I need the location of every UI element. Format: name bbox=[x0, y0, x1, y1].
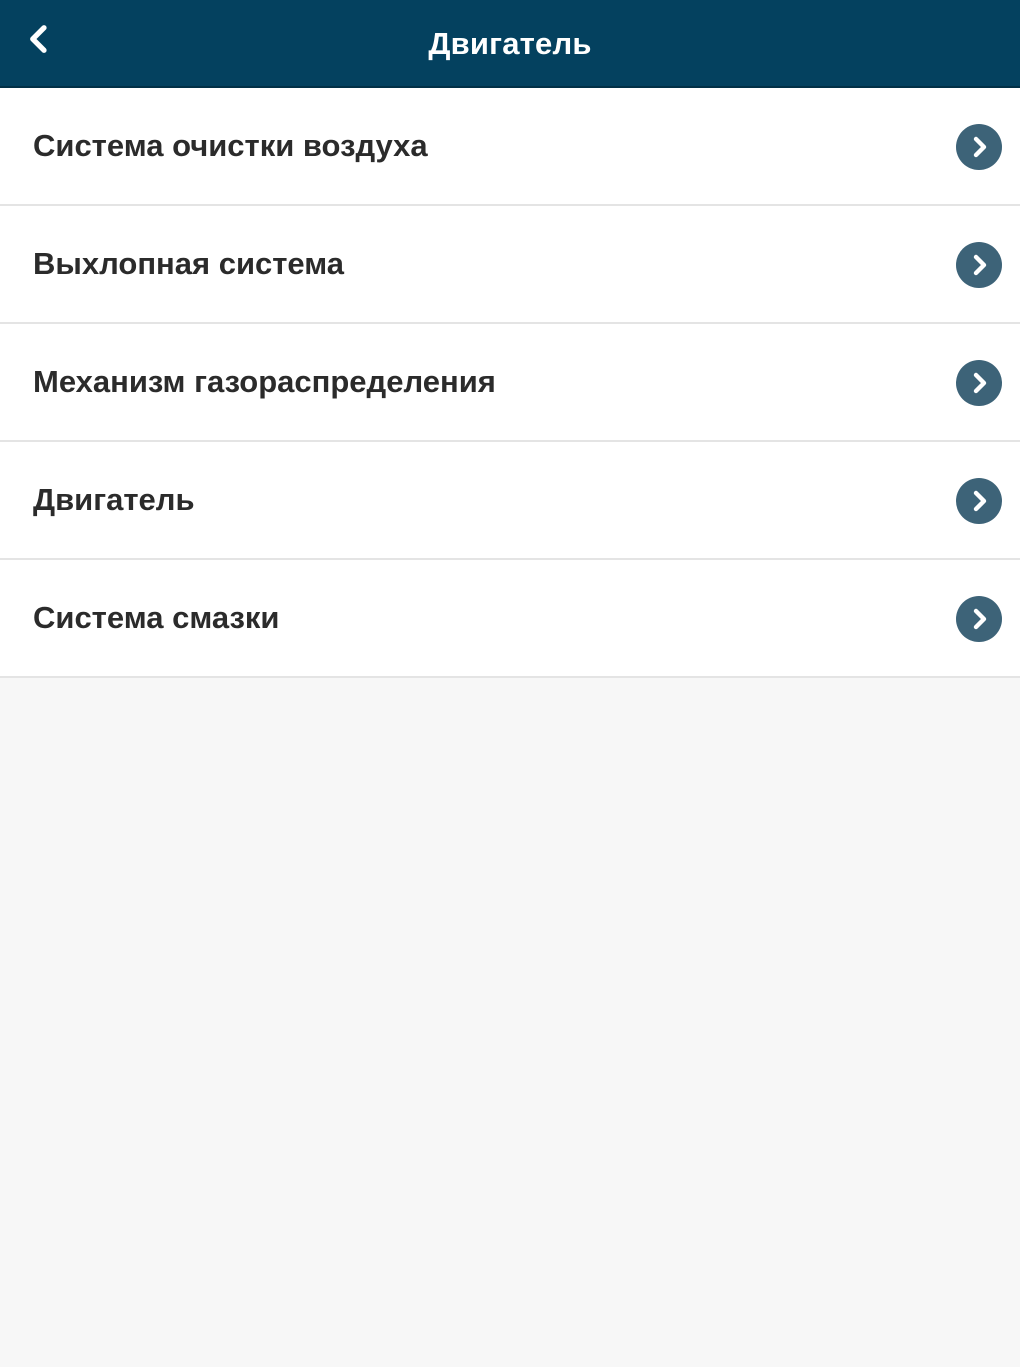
menu-item-label: Механизм газораспределения bbox=[33, 364, 496, 399]
chevron-right-circle-icon bbox=[956, 478, 1002, 524]
chevron-right-circle-icon bbox=[956, 360, 1002, 406]
menu-item-air-cleaning-system[interactable]: Система очистки воздуха bbox=[0, 88, 1020, 206]
menu-item-label: Система очистки воздуха bbox=[33, 128, 428, 163]
chevron-right-circle-icon bbox=[956, 124, 1002, 170]
back-button[interactable] bbox=[14, 14, 70, 70]
menu-item-exhaust-system[interactable]: Выхлопная система bbox=[0, 206, 1020, 324]
chevron-right-circle-icon bbox=[956, 596, 1002, 642]
chevron-left-icon bbox=[30, 25, 54, 54]
page-title: Двигатель bbox=[428, 26, 592, 61]
menu-item-label: Выхлопная система bbox=[33, 246, 345, 281]
menu-item-label: Двигатель bbox=[33, 482, 195, 517]
menu-item-engine[interactable]: Двигатель bbox=[0, 442, 1020, 560]
app-header: Двигатель bbox=[0, 0, 1020, 88]
chevron-right-circle-icon bbox=[956, 242, 1002, 288]
menu-item-lubrication-system[interactable]: Система смазки bbox=[0, 560, 1020, 678]
menu-list: Система очистки воздуха Выхлопная систем… bbox=[0, 88, 1020, 678]
menu-item-valve-timing-mechanism[interactable]: Механизм газораспределения bbox=[0, 324, 1020, 442]
menu-item-label: Система смазки bbox=[33, 600, 280, 635]
